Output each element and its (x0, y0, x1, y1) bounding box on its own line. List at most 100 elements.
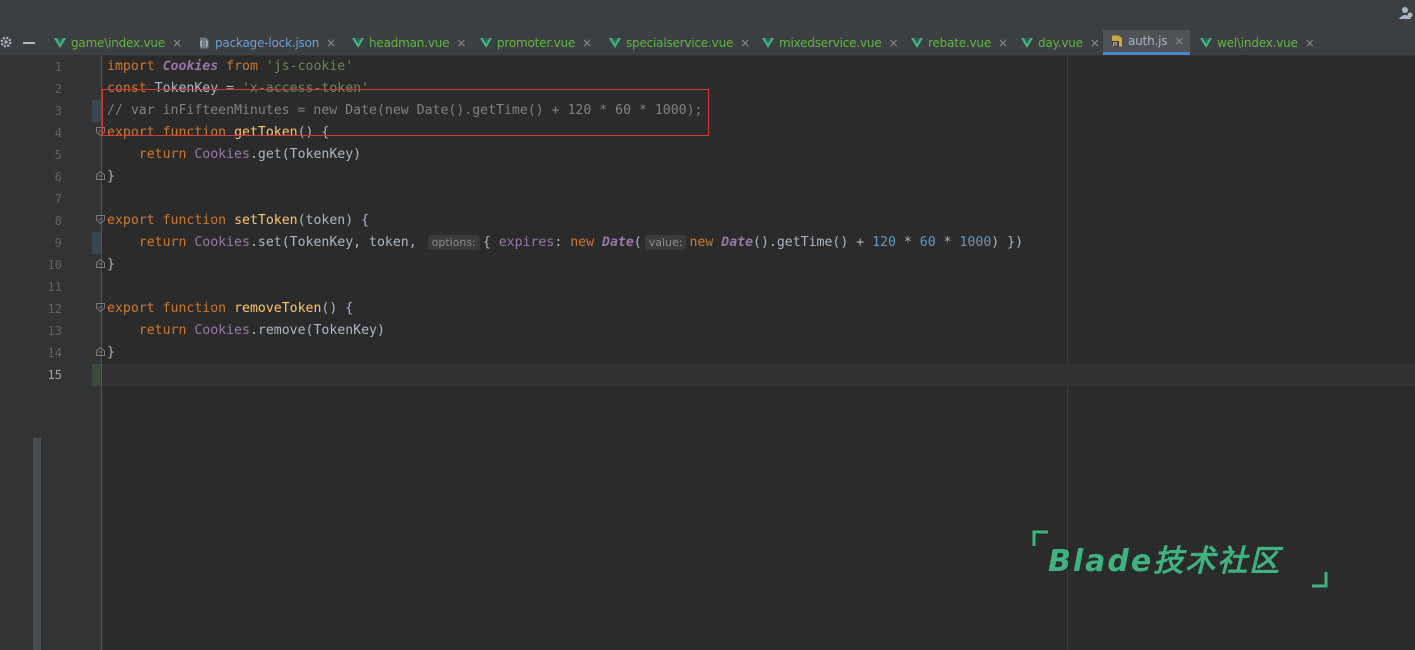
modified-line-marker[interactable] (92, 100, 101, 122)
close-icon[interactable]: × (740, 36, 750, 50)
modified-line-marker[interactable] (92, 232, 101, 254)
gear-icon[interactable] (0, 36, 12, 48)
line-number[interactable]: 2 (0, 78, 62, 100)
code-token: ) }) (991, 235, 1024, 250)
vue-icon (609, 37, 621, 48)
close-icon[interactable]: × (1305, 36, 1315, 50)
line-number[interactable]: 8 (0, 210, 62, 232)
tab-label: auth.js (1128, 34, 1168, 48)
tab-label: specialservice.vue (626, 35, 734, 50)
parameter-hint: options: (427, 235, 480, 250)
code-token: expires (498, 235, 555, 250)
tab-label: game\index.vue (71, 35, 166, 50)
tab-rebate-vue[interactable]: rebate.vue × (903, 30, 1011, 55)
vue-icon (911, 37, 923, 48)
code-token: } (107, 257, 115, 272)
code-token: setToken (234, 213, 298, 228)
code-token: export (107, 213, 155, 228)
fold-icon[interactable] (96, 347, 105, 356)
line-number[interactable]: 13 (0, 320, 62, 342)
line-number[interactable]: 15 (0, 364, 62, 386)
code-line-10: } (107, 254, 115, 276)
code-line-9: return Cookies.set(TokenKey, token, opti… (107, 232, 1023, 254)
vue-icon (54, 37, 66, 48)
vue-icon (352, 37, 364, 48)
code-token: Date (721, 235, 754, 250)
tab-label: headman.vue (369, 35, 450, 50)
code-token: new (689, 235, 714, 250)
fold-icon[interactable] (96, 215, 105, 224)
code-token: 1000 (959, 235, 992, 250)
code-line-6: } (107, 166, 115, 188)
line-number[interactable]: 12 (0, 298, 62, 320)
code-token: (token) { (297, 213, 370, 228)
code-token: * (935, 235, 960, 250)
minus-icon[interactable] (23, 42, 35, 44)
line-number[interactable]: 1 (0, 56, 62, 78)
line-number[interactable]: 10 (0, 254, 62, 276)
current-line-highlight (102, 364, 1415, 386)
line-number[interactable]: 5 (0, 144, 62, 166)
line-number[interactable]: 11 (0, 276, 62, 298)
line-number[interactable]: 3 (0, 100, 62, 122)
fold-icon[interactable] (96, 171, 105, 180)
js-file-icon: JS (1112, 35, 1122, 47)
code-token: ( (633, 235, 642, 250)
tab-day-vue[interactable]: day.vue × (1013, 30, 1102, 55)
tab-label: mixedservice.vue (779, 35, 882, 50)
line-number[interactable]: 7 (0, 188, 62, 210)
code-token: Cookies (194, 323, 250, 338)
close-icon[interactable]: × (888, 36, 898, 50)
code-token: return (138, 323, 187, 338)
close-icon[interactable]: × (456, 36, 466, 50)
added-line-marker[interactable] (92, 364, 101, 386)
code-token: () { (321, 301, 354, 316)
close-icon[interactable]: × (326, 36, 336, 50)
code-token: + (848, 235, 873, 250)
code-token: } (107, 169, 115, 184)
code-token: function (162, 213, 227, 228)
line-number[interactable]: 4 (0, 122, 62, 144)
fold-icon[interactable] (96, 259, 105, 268)
close-icon[interactable]: × (172, 36, 182, 50)
code-token: .set(TokenKey, token, (249, 235, 425, 250)
tool-window-scrollbar[interactable] (33, 438, 41, 650)
close-icon[interactable]: × (1090, 36, 1100, 50)
tab-package-lock-json[interactable]: package-lock.json × (190, 30, 340, 55)
parameter-hint: value: (644, 235, 687, 250)
code-token: ().getTime() (753, 235, 849, 250)
fold-icon[interactable] (96, 303, 105, 312)
line-number[interactable]: 14 (0, 342, 62, 364)
tab-auth-js[interactable]: JS auth.js × (1103, 30, 1190, 55)
code-token: * (895, 235, 920, 250)
watermark-logo: Blade技术社区 (1032, 530, 1328, 588)
tab-wel-index-vue[interactable]: wel\index.vue × (1192, 30, 1315, 55)
svg-text:JS: JS (1112, 42, 1118, 47)
line-number[interactable]: 6 (0, 166, 62, 188)
code-token: return (138, 147, 187, 162)
tab-label: package-lock.json (215, 35, 320, 50)
code-token: Date (602, 235, 634, 250)
code-token: : (554, 235, 563, 250)
tab-mixedservice-vue[interactable]: mixedservice.vue × (754, 30, 899, 55)
json-file-icon (200, 37, 209, 48)
code-token: new (570, 235, 595, 250)
close-icon[interactable]: × (1174, 34, 1184, 48)
code-line-13: return Cookies.remove(TokenKey) (107, 320, 385, 342)
code-token: import (107, 59, 155, 74)
close-icon[interactable]: × (998, 36, 1008, 50)
user-icon[interactable] (1399, 6, 1413, 20)
code-line-14: } (107, 342, 115, 364)
tab-specialservice-vue[interactable]: specialservice.vue × (601, 30, 750, 55)
tab-promoter-vue[interactable]: promoter.vue × (472, 30, 594, 55)
code-token: Cookies (194, 235, 250, 250)
tab-headman-vue[interactable]: headman.vue × (344, 30, 466, 55)
close-icon[interactable]: × (582, 36, 592, 50)
tab-label: rebate.vue (928, 35, 992, 50)
code-token: 120 (872, 235, 896, 250)
editor-tab-bar: game\index.vue × package-lock.json × headman… (0, 30, 1415, 56)
code-token: function (162, 301, 227, 316)
tab-game-index-vue[interactable]: game\index.vue × (46, 30, 184, 55)
code-token: removeToken (234, 301, 322, 316)
line-number[interactable]: 9 (0, 232, 62, 254)
